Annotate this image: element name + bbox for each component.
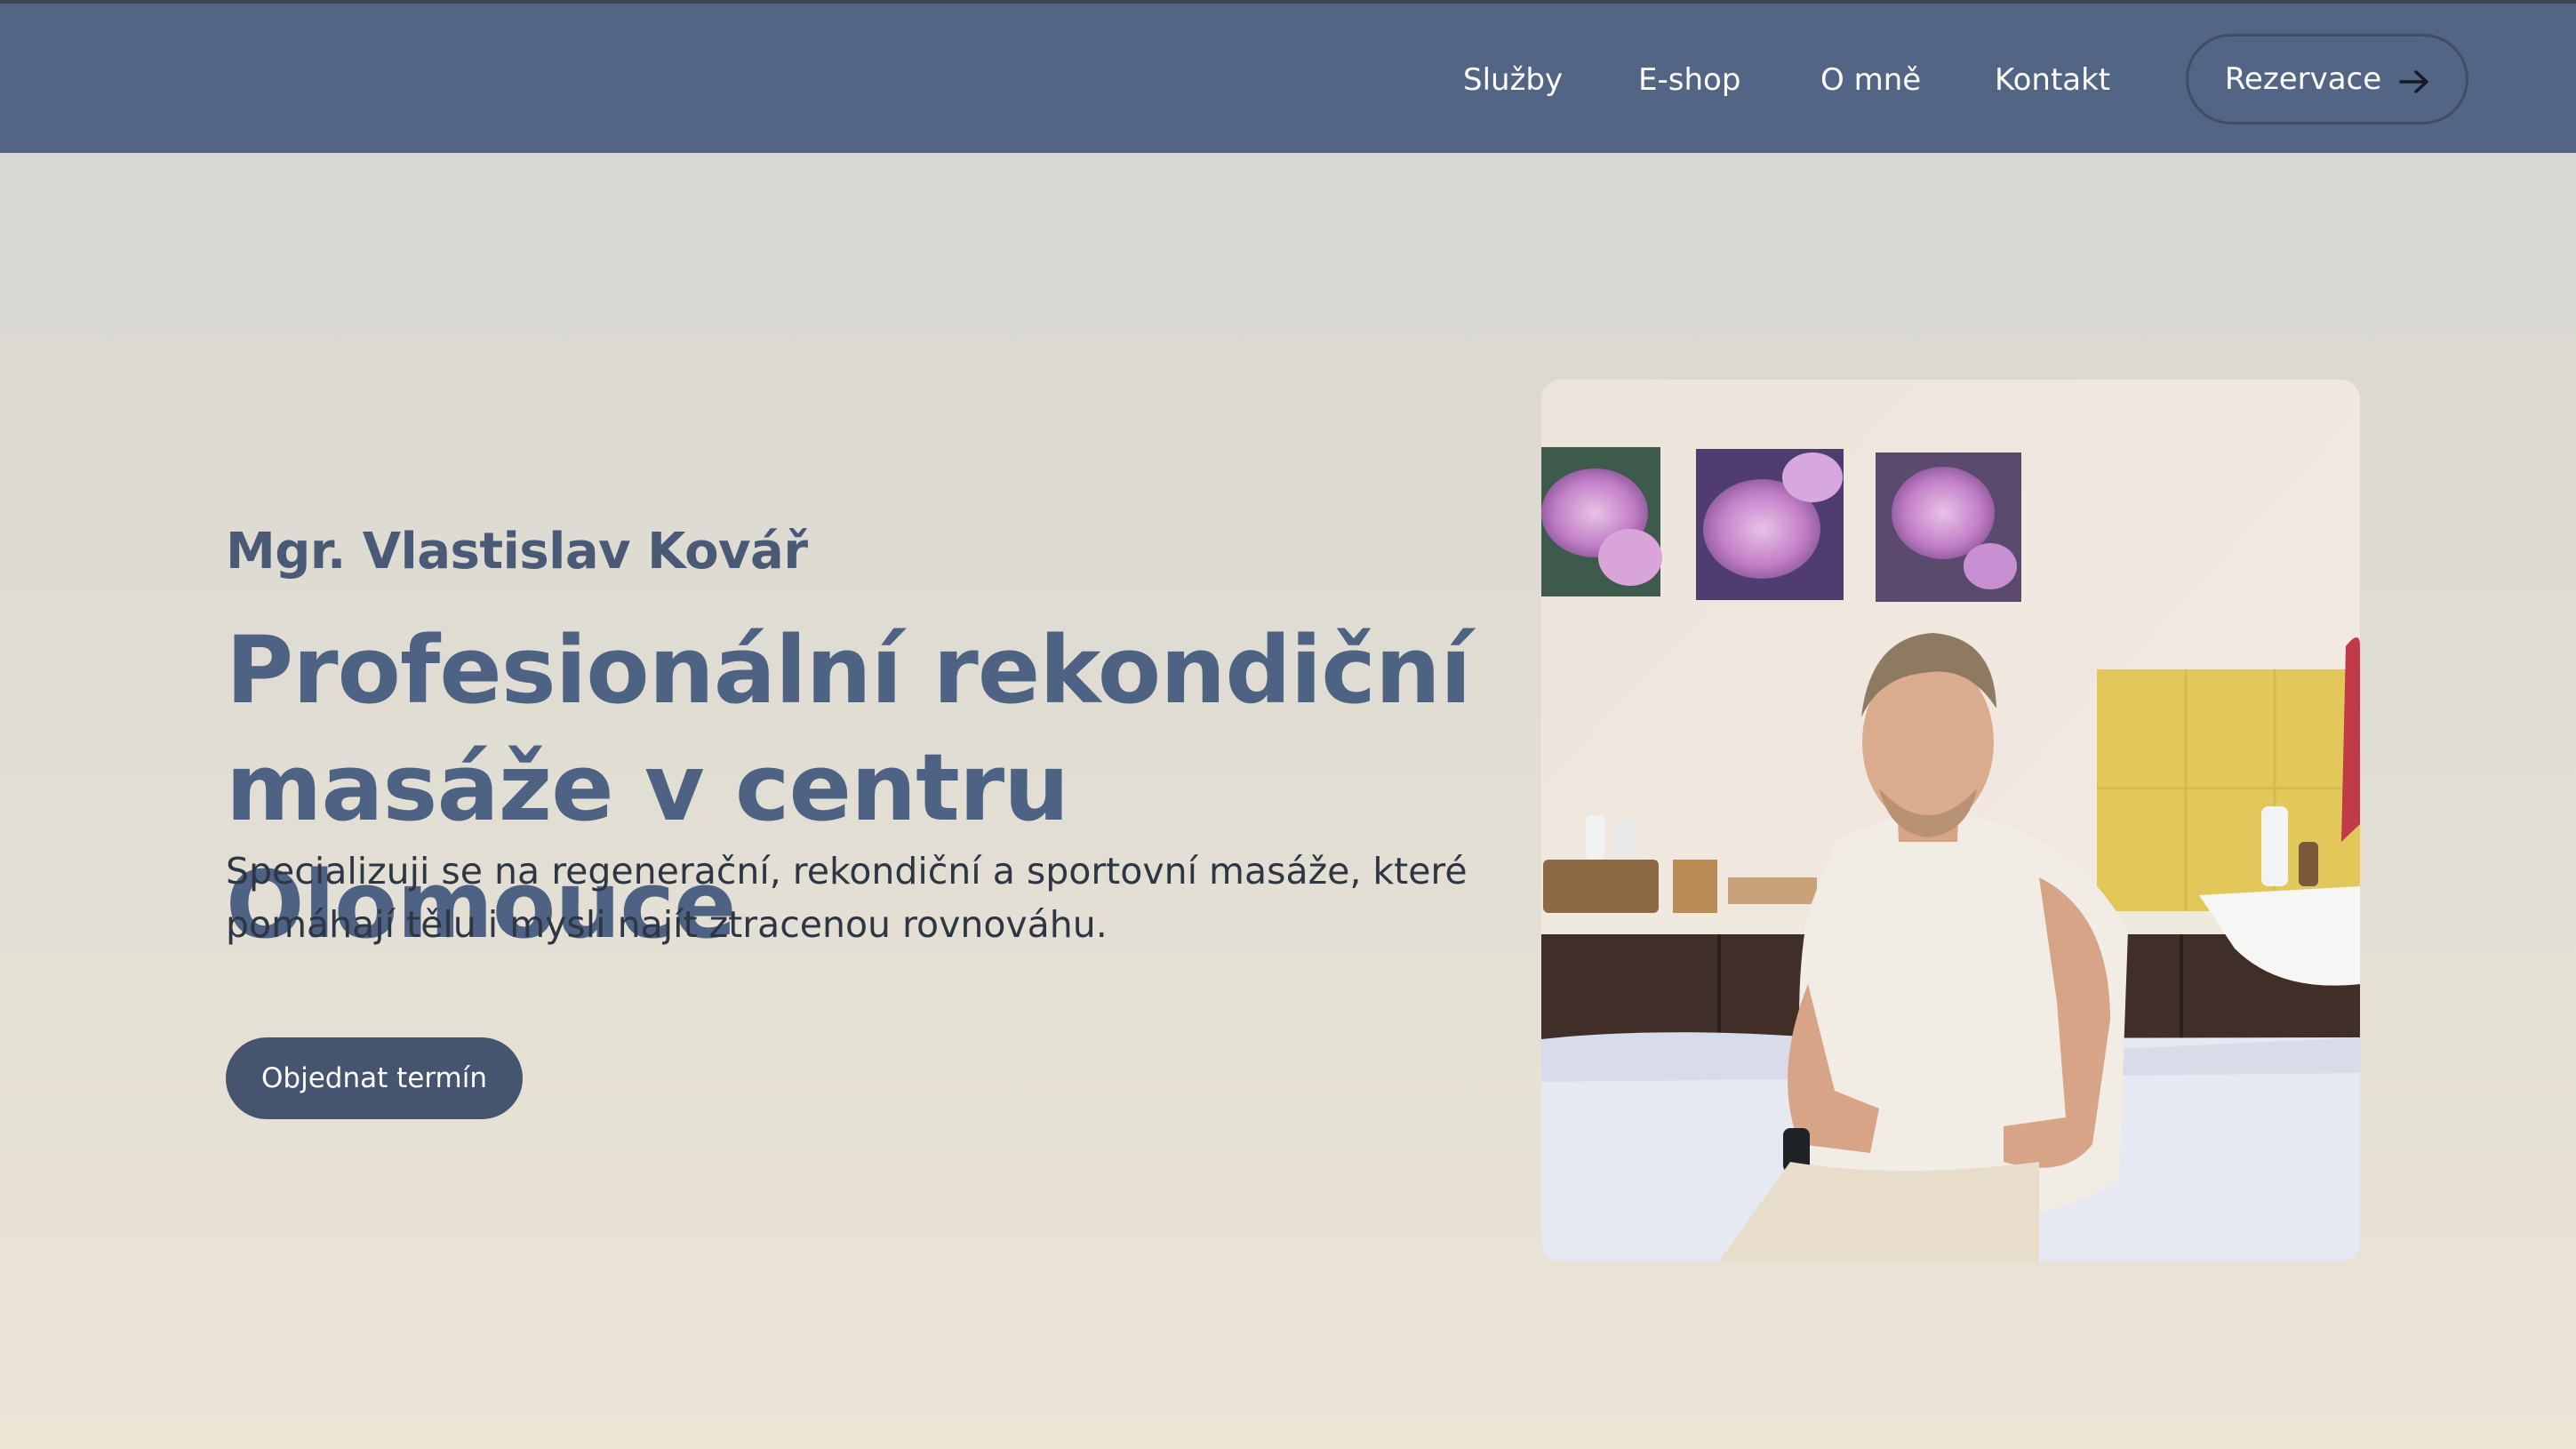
hero-description: Specializuji se na regenerační, rekondič…	[226, 850, 1468, 946]
nav-link-sluzby[interactable]: Služby	[1463, 62, 1563, 98]
arrow-right-icon	[2399, 67, 2429, 93]
nav-link-o-mne[interactable]: O mně	[1820, 62, 1921, 98]
reservation-button[interactable]: Rezervace	[2186, 34, 2468, 124]
nav-link-kontakt[interactable]: Kontakt	[1995, 62, 2110, 98]
navbar: Služby E-shop O mně Kontakt Rezervace	[0, 4, 2576, 153]
order-appointment-button[interactable]: Objednat termín	[226, 1037, 523, 1119]
therapist-photo	[1541, 380, 2360, 1261]
reservation-button-label: Rezervace	[2224, 61, 2382, 97]
nav-link-eshop[interactable]: E-shop	[1638, 62, 1740, 98]
therapist-name: Mgr. Vlastislav Kovář	[226, 523, 808, 580]
